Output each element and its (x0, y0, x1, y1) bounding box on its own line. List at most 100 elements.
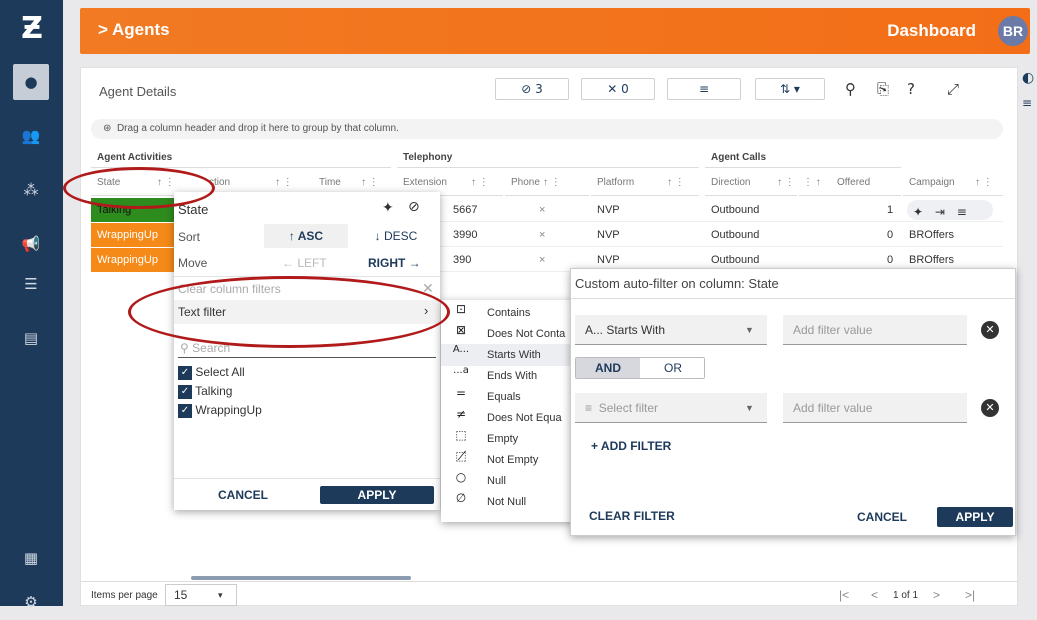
row-actions: ✦ ⇥ ≡ (907, 200, 993, 220)
filter-value-list: ✓ Select All ✓ Talking ✓ WrappingUp (178, 364, 262, 421)
dashboard-nav-icon[interactable]: ▦ (13, 540, 49, 576)
next-page-icon[interactable]: > (933, 588, 940, 602)
cancel-button[interactable]: CANCEL (857, 510, 907, 524)
add-filter-button[interactable]: + ADD FILTER (591, 439, 671, 453)
list-view-icon[interactable]: ≡ (1022, 96, 1032, 110)
column-header-state[interactable]: State ↑ ⋮ (91, 170, 181, 196)
hidden-count: 3 (535, 82, 543, 96)
search-input[interactable]: ⚲ Search (178, 338, 436, 358)
remove-filter-icon[interactable]: ✕ (981, 321, 999, 339)
extension-cell: 390 (453, 254, 472, 266)
export-icon[interactable]: ⎘ (877, 80, 889, 98)
custom-filter-title: Custom auto-filter on column: State (571, 269, 1015, 299)
filter-option-not-null[interactable]: ∅ Not Null (441, 491, 575, 513)
expand-icon[interactable]: ⤢ (947, 80, 959, 98)
column-header-direction[interactable]: Direction ↑ ⋮ (705, 170, 797, 196)
sort-button[interactable]: ⇅ ▾ (755, 78, 825, 100)
filter-option-ends-with[interactable]: ...a Ends With (441, 365, 575, 387)
side-panel-icon[interactable]: ◐ (1022, 70, 1034, 86)
filter-button[interactable]: ≡ (667, 78, 741, 100)
column-header-offered[interactable]: ⋮ ↑ Offered (799, 170, 901, 196)
avatar[interactable]: BR (998, 16, 1028, 46)
filter-option-not-empty[interactable]: ⬚̸ Not Empty (441, 449, 575, 471)
sort-desc-button[interactable]: ↓ DESC (354, 224, 438, 248)
filter-option-not-contains[interactable]: ⊠ Does Not Conta (441, 323, 575, 345)
text-filter-label: Text filter (178, 305, 227, 319)
groups-nav-icon[interactable]: ⁂ (13, 172, 49, 208)
apply-button[interactable]: APPLY (320, 486, 434, 504)
checkbox-checked-icon: ✓ (178, 365, 192, 380)
reports-nav-icon[interactable]: ▤ (13, 320, 49, 356)
open-icon[interactable]: ⇥ (935, 205, 945, 219)
extension-cell: 5667 (453, 204, 478, 216)
first-page-icon[interactable]: |< (839, 588, 849, 602)
grid-footer: Items per page 15 ▾ |< < 1 of 1 > >| (81, 576, 1017, 607)
column-header-campaign[interactable]: Campaign ↑ ⋮ (903, 170, 1003, 196)
pinned-columns-button[interactable]: ✕ 0 (581, 78, 655, 100)
move-right-button[interactable]: RIGHT → (368, 256, 421, 270)
horizontal-scrollbar[interactable] (191, 576, 411, 580)
hide-column-icon[interactable]: ⊘ (408, 199, 420, 215)
sort-asc-button[interactable]: ↑ ASC (264, 224, 348, 248)
checkbox-talking[interactable]: ✓ Talking (178, 383, 262, 402)
clear-column-filters[interactable]: Clear column filters (178, 282, 281, 296)
platform-cell: NVP (597, 204, 620, 216)
page-info: 1 of 1 (893, 590, 919, 601)
apply-button[interactable]: APPLY (937, 507, 1013, 527)
chevron-down-icon: ▼ (745, 403, 754, 413)
prev-page-icon[interactable]: < (871, 588, 878, 602)
filter-value-input-1[interactable]: Add filter value (783, 315, 967, 345)
filter-option-empty[interactable]: ⬚ Empty (441, 428, 575, 450)
search-icon: ⚲ (180, 341, 189, 355)
state-cell: WrappingUp (91, 248, 177, 272)
agents-nav-icon[interactable]: ● (13, 64, 49, 100)
last-page-icon[interactable]: >| (965, 588, 975, 602)
pin-icon[interactable]: ✦ (913, 205, 923, 219)
clear-filter-button[interactable]: CLEAR FILTER (589, 509, 675, 523)
filter-value-input-2[interactable]: Add filter value (783, 393, 967, 423)
remove-filter-icon[interactable]: ✕ (981, 399, 999, 417)
null-icon: ○ (455, 470, 467, 484)
items-per-page-select[interactable]: 15 ▾ (165, 584, 237, 606)
move-label: Move (178, 256, 208, 270)
text-filter-item[interactable]: Text filter › (174, 300, 440, 324)
or-button[interactable]: OR (642, 358, 704, 378)
checkbox-wrappingup[interactable]: ✓ WrappingUp (178, 402, 262, 421)
phone-cell: × (539, 229, 546, 241)
hidden-columns-button[interactable]: ⊘ 3 (495, 78, 569, 100)
and-button[interactable]: AND (576, 358, 640, 378)
custom-filter-dialog: Custom auto-filter on column: State A...… (570, 268, 1016, 536)
filter-option-contains[interactable]: ⊡ Contains (441, 302, 575, 324)
pin-icon[interactable]: ✦ (382, 200, 394, 216)
text-filter-submenu: ⊡ Contains ⊠ Does Not Conta A... Starts Wit… (441, 300, 575, 522)
column-menu: State ✦ ⊘ Sort ↑ ASC ↓ DESC Move ← LEFT … (174, 192, 440, 510)
dashboard-link[interactable]: Dashboard (887, 21, 976, 41)
filter-option-starts-with[interactable]: A... Starts With (441, 344, 575, 366)
column-header-phone[interactable]: Phone ↑ ⋮ (505, 170, 589, 196)
help-icon[interactable]: ? (907, 80, 915, 98)
filter-operator-select-2[interactable]: ≡ Select filter ▼ (575, 393, 767, 423)
filter-option-not-equals[interactable]: ≠ Does Not Equa (441, 407, 575, 429)
cancel-button[interactable]: CANCEL (218, 488, 268, 502)
filter-option-equals[interactable]: = Equals (441, 386, 575, 408)
chevron-down-icon: ▼ (745, 325, 754, 335)
eye-off-icon: ⊘ (521, 82, 532, 96)
unpin-icon: ✕ (607, 82, 618, 96)
empty-icon: ⬚ (455, 428, 467, 442)
group-drop-zone[interactable]: ⊛ Drag a column header and drop it here … (91, 119, 1003, 139)
move-left-button[interactable]: ← LEFT (282, 256, 327, 270)
settings-nav-icon[interactable]: ⚙ (13, 584, 49, 620)
checkbox-select-all[interactable]: ✓ Select All (178, 364, 262, 383)
close-icon[interactable]: ✕ (422, 280, 434, 297)
search-icon[interactable]: ⚲ (845, 80, 856, 98)
campaign-nav-icon[interactable]: 📢 (13, 226, 49, 262)
teams-nav-icon[interactable]: 👥 (13, 118, 49, 154)
campaign-cell: BROffers (909, 229, 955, 241)
column-header-platform[interactable]: Platform ↑ ⋮ (591, 170, 699, 196)
menu-icon[interactable]: ≡ (957, 205, 967, 219)
breadcrumb[interactable]: > Agents (98, 20, 170, 40)
state-cell: Talking (91, 198, 177, 222)
filter-option-null[interactable]: ○ Null (441, 470, 575, 492)
filter-operator-select-1[interactable]: A... Starts With ▼ (575, 315, 767, 345)
queues-nav-icon[interactable]: ☰ (13, 266, 49, 302)
